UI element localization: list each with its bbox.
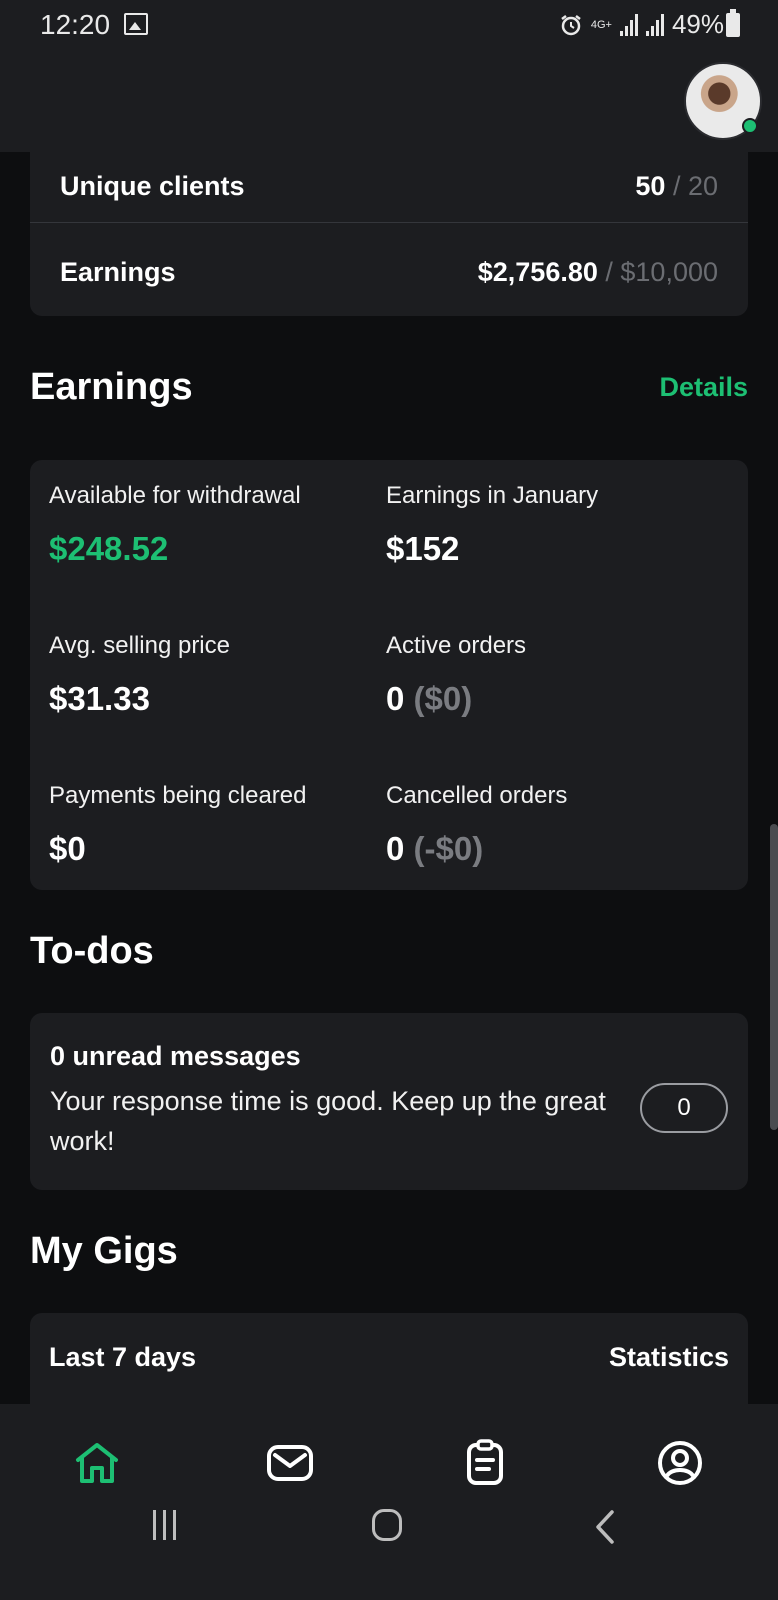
status-bar: 12:20 4G+ 49% bbox=[0, 0, 778, 50]
earnings-goal-target: / $10,000 bbox=[605, 256, 718, 287]
period-label[interactable]: Last 7 days bbox=[49, 1342, 196, 1373]
signal-icon bbox=[619, 13, 638, 36]
battery-icon bbox=[726, 9, 740, 37]
divider bbox=[30, 222, 748, 223]
unread-messages-card[interactable]: 0 unread messages Your response time is … bbox=[30, 1013, 748, 1190]
unread-count-badge: 0 bbox=[640, 1083, 728, 1133]
month-value: $152 bbox=[386, 530, 460, 567]
active-orders: Active orders 0 ($0) bbox=[386, 632, 526, 718]
active-orders-amount: ($0) bbox=[413, 680, 473, 717]
orders-icon[interactable] bbox=[460, 1438, 510, 1488]
earnings-card: Available for withdrawal $248.52 Earning… bbox=[30, 460, 748, 890]
month-label: Earnings in January bbox=[386, 482, 599, 509]
bottom-navigation bbox=[0, 1404, 778, 1600]
scrollbar[interactable] bbox=[770, 824, 778, 1130]
earnings-goal-row: Earnings $2,756.80 / $10,000 bbox=[60, 244, 718, 300]
battery-percentage: 49% bbox=[671, 9, 724, 39]
unique-clients-label: Unique clients bbox=[60, 170, 245, 201]
available-value: $248.52 bbox=[49, 530, 169, 567]
gigs-section-title: My Gigs bbox=[30, 1230, 178, 1272]
unique-clients-value: 50 bbox=[635, 170, 666, 201]
system-home-icon[interactable] bbox=[372, 1509, 402, 1541]
earnings-goal-label: Earnings bbox=[60, 256, 176, 287]
unread-messages-description: Your response time is good. Keep up the … bbox=[50, 1086, 606, 1156]
statistics-link[interactable]: Statistics bbox=[609, 1342, 729, 1373]
alarm-icon bbox=[561, 14, 581, 35]
image-icon bbox=[124, 13, 148, 35]
clearing-label: Payments being cleared bbox=[49, 782, 307, 809]
inbox-icon[interactable] bbox=[265, 1438, 315, 1488]
cancelled-orders: Cancelled orders 0 (-$0) bbox=[386, 782, 567, 868]
app-header bbox=[0, 50, 778, 152]
unique-clients-row: Unique clients 50 / 20 bbox=[60, 156, 718, 216]
earnings-section-title: Earnings bbox=[30, 366, 193, 408]
earnings-details-link[interactable]: Details bbox=[659, 372, 748, 403]
online-status-dot bbox=[742, 118, 758, 134]
payments-being-cleared: Payments being cleared $0 bbox=[49, 782, 306, 868]
clearing-value: $0 bbox=[49, 830, 86, 867]
active-orders-value: 0 bbox=[386, 680, 405, 717]
avg-price-label: Avg. selling price bbox=[49, 632, 230, 659]
unique-clients-target: / 20 bbox=[672, 170, 718, 201]
cancelled-value: 0 bbox=[386, 830, 405, 867]
available-label: Available for withdrawal bbox=[49, 482, 301, 509]
recent-apps-icon[interactable] bbox=[153, 1510, 176, 1540]
avatar[interactable] bbox=[684, 62, 762, 140]
avg-price-value: $31.33 bbox=[49, 680, 150, 717]
home-icon[interactable] bbox=[72, 1438, 122, 1488]
earnings-in-month: Earnings in January $152 bbox=[386, 482, 598, 568]
network-type: 4G+ bbox=[590, 18, 612, 31]
signal-icon bbox=[645, 13, 664, 36]
cancelled-label: Cancelled orders bbox=[386, 782, 568, 809]
profile-icon[interactable] bbox=[655, 1438, 705, 1488]
back-icon[interactable] bbox=[590, 1509, 620, 1545]
active-orders-label: Active orders bbox=[386, 632, 527, 659]
status-time: 12:20 bbox=[40, 9, 111, 40]
avg-selling-price: Avg. selling price $31.33 bbox=[49, 632, 230, 718]
cancelled-amount: (-$0) bbox=[413, 830, 484, 867]
status-icons: 4G+ 49% bbox=[559, 9, 724, 40]
available-for-withdrawal[interactable]: Available for withdrawal $248.52 bbox=[49, 482, 301, 568]
unread-messages-title: 0 unread messages bbox=[50, 1041, 301, 1071]
level-goals-card: Unique clients 50 / 20 Earnings $2,756.8… bbox=[30, 152, 748, 316]
gigs-header-row: Last 7 days Statistics bbox=[49, 1329, 729, 1385]
earnings-goal-value: $2,756.80 bbox=[477, 256, 598, 287]
todos-section-title: To-dos bbox=[30, 930, 154, 972]
